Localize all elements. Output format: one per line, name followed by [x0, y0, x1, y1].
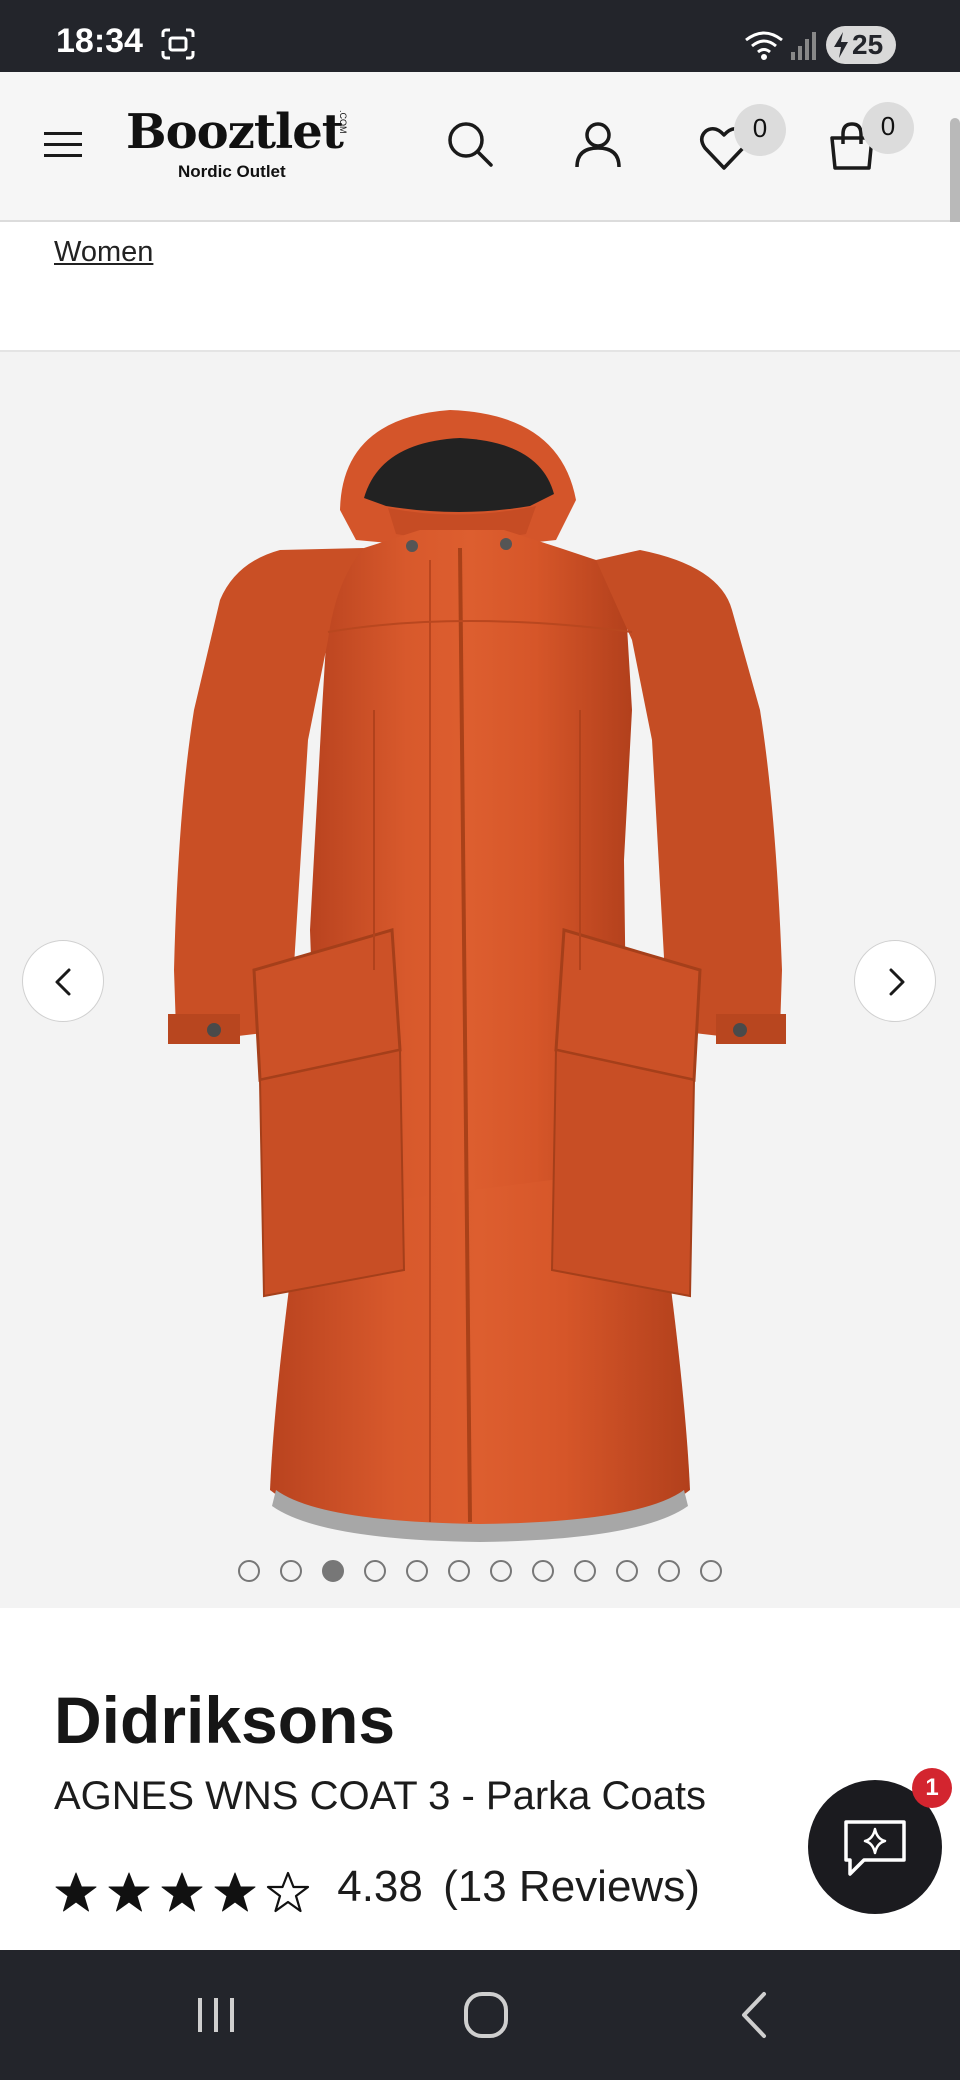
- product-brand[interactable]: Didriksons: [54, 1682, 395, 1758]
- gallery-dot[interactable]: [700, 1560, 722, 1582]
- status-time: 18:34: [56, 22, 143, 60]
- product-name: AGNES WNS COAT 3 - Parka Coats: [54, 1774, 707, 1818]
- gallery-dot[interactable]: [616, 1560, 638, 1582]
- screen-record-icon: [161, 28, 195, 60]
- chevron-right-icon: [889, 968, 905, 996]
- gallery-dot[interactable]: [364, 1560, 386, 1582]
- ai-chat-icon: [844, 1820, 906, 1876]
- gallery-dot[interactable]: [448, 1560, 470, 1582]
- breadcrumb-women[interactable]: Women: [54, 236, 153, 269]
- back-icon[interactable]: [726, 1988, 786, 2042]
- star-filled-icon: [161, 1872, 203, 1912]
- gallery-dot[interactable]: [574, 1560, 596, 1582]
- wishlist-count-badge: 0: [734, 104, 786, 156]
- product-page: 18:34 25 Booztlet .COM Nordic Outlet 0 0…: [0, 0, 960, 2080]
- gallery-dot[interactable]: [322, 1560, 344, 1582]
- logo-com: .COM: [338, 110, 348, 134]
- wifi-icon: [745, 31, 783, 60]
- gallery-dot[interactable]: [280, 1560, 302, 1582]
- battery-level: 25: [852, 29, 884, 60]
- rating-stars: [54, 1865, 319, 1912]
- review-count[interactable]: (13 Reviews): [443, 1862, 700, 1912]
- gallery-dot[interactable]: [406, 1560, 428, 1582]
- menu-icon[interactable]: [40, 124, 86, 164]
- breadcrumb: Women: [0, 222, 960, 352]
- logo-wordmark: Booztlet: [126, 104, 344, 160]
- star-filled-icon: [108, 1872, 150, 1912]
- signal-icon: [791, 32, 816, 60]
- site-logo[interactable]: Booztlet .COM Nordic Outlet: [126, 104, 356, 204]
- logo-tagline: Nordic Outlet: [178, 162, 286, 181]
- status-bar: 18:34 25: [0, 0, 960, 72]
- gallery-dot[interactable]: [238, 1560, 260, 1582]
- gallery-next-button[interactable]: [854, 940, 936, 1022]
- product-info: Didriksons AGNES WNS COAT 3 - Parka Coat…: [0, 1608, 960, 1950]
- account-icon[interactable]: [572, 118, 624, 170]
- gallery-pagination: [0, 1560, 960, 1584]
- product-image[interactable]: [160, 410, 800, 1610]
- recent-apps-icon[interactable]: [186, 1988, 246, 2042]
- product-gallery[interactable]: [0, 352, 960, 1608]
- gallery-dot[interactable]: [490, 1560, 512, 1582]
- star-filled-icon: [214, 1872, 256, 1912]
- chevron-left-icon: [55, 968, 71, 996]
- gallery-dot[interactable]: [532, 1560, 554, 1582]
- chat-notification-badge: 1: [912, 1768, 952, 1808]
- home-icon[interactable]: [456, 1988, 516, 2042]
- cart-count-badge: 0: [862, 102, 914, 154]
- system-nav-bar: [0, 1950, 960, 2080]
- battery-charging-icon: [834, 32, 848, 58]
- rating-value: 4.38: [337, 1862, 423, 1912]
- gallery-prev-button[interactable]: [22, 940, 104, 1022]
- search-icon[interactable]: [444, 118, 496, 170]
- battery-indicator: 25: [826, 26, 896, 64]
- product-rating[interactable]: 4.38 (13 Reviews): [54, 1860, 700, 1912]
- site-header: Booztlet .COM Nordic Outlet 0 0: [0, 72, 960, 222]
- star-filled-icon: [55, 1872, 97, 1912]
- gallery-dot[interactable]: [658, 1560, 680, 1582]
- star-empty-icon: [266, 1871, 310, 1912]
